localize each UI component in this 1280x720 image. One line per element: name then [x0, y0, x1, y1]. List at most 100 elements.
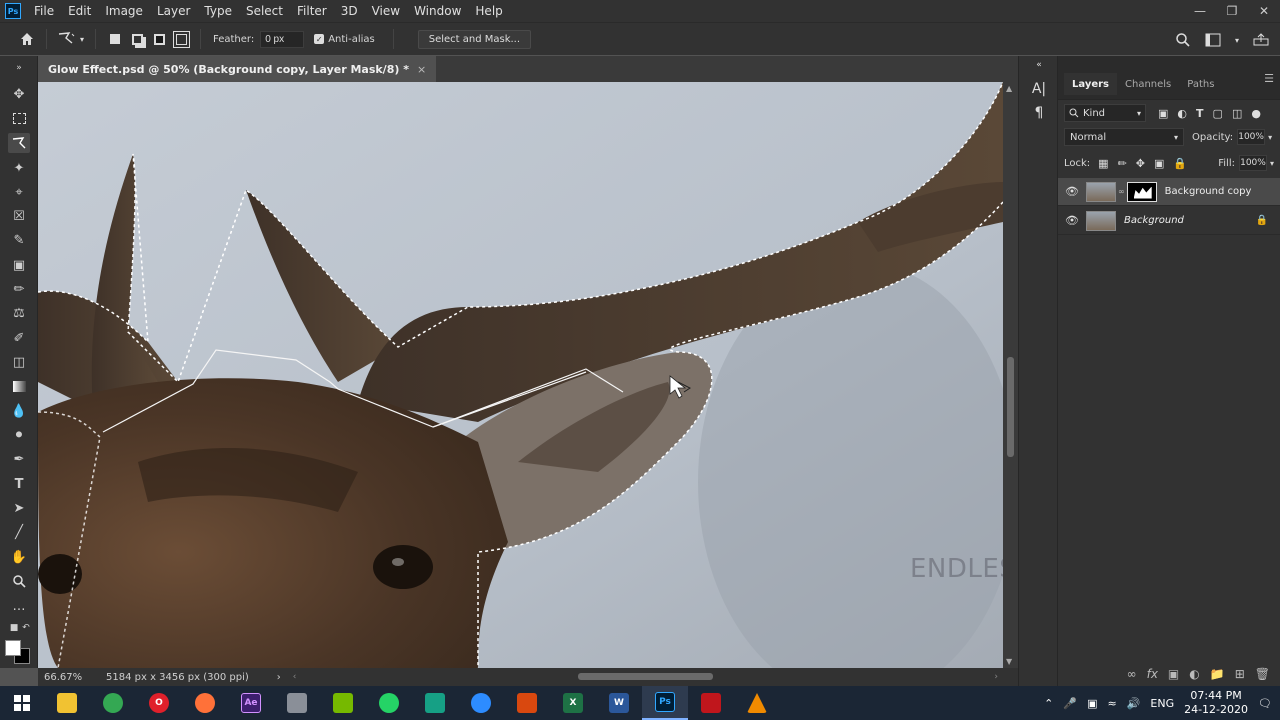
menu-type[interactable]: Type [197, 4, 239, 18]
clock[interactable]: 07:44 PM 24-12-2020 [1184, 689, 1248, 717]
history-brush-icon[interactable]: ✐ [9, 328, 29, 348]
vertical-scroll-thumb[interactable] [1007, 357, 1014, 457]
wifi-icon[interactable]: ≈ [1107, 697, 1116, 710]
restore-icon[interactable]: ❐ [1216, 0, 1248, 22]
screen-icon[interactable]: ▣ [1087, 697, 1097, 710]
taskbar-app-zoom[interactable] [458, 686, 504, 720]
new-layer-icon[interactable]: ⊞ [1235, 667, 1245, 681]
opacity-input[interactable]: 100% [1237, 129, 1266, 145]
feather-input[interactable] [260, 30, 305, 48]
scroll-left-icon[interactable]: ‹ [293, 672, 297, 682]
move-tool-icon[interactable]: ✥ [9, 84, 29, 104]
collapse-toolbar-icon[interactable]: » [9, 58, 29, 78]
add-to-selection-icon[interactable] [126, 28, 148, 50]
layer-style-icon[interactable]: fx [1147, 667, 1158, 681]
polygonal-lasso-preset-icon[interactable] [55, 28, 77, 50]
taskbar-app-file-explorer[interactable] [44, 686, 90, 720]
home-icon[interactable] [16, 28, 38, 50]
lasso-tool-icon[interactable] [8, 133, 30, 153]
filter-toggle-icon[interactable]: ● [1251, 107, 1261, 120]
more-tools-icon[interactable]: … [9, 596, 29, 616]
taskbar-app-vlc[interactable] [734, 686, 780, 720]
taskbar-app-app-green[interactable] [412, 686, 458, 720]
intersect-selection-icon[interactable] [170, 28, 192, 50]
taskbar-app-chrome[interactable] [90, 686, 136, 720]
blend-mode-select[interactable]: Normal ▾ [1064, 128, 1184, 146]
quick-selection-icon[interactable]: ✦ [9, 158, 29, 178]
menu-layer[interactable]: Layer [150, 4, 197, 18]
menu-edit[interactable]: Edit [61, 4, 98, 18]
filter-type-icon[interactable]: T [1196, 107, 1204, 120]
menu-window[interactable]: Window [407, 4, 468, 18]
visibility-eye-icon[interactable]: 👁 [1058, 214, 1086, 227]
visibility-eye-icon[interactable]: 👁 [1058, 185, 1086, 198]
workspace-icon[interactable] [1202, 29, 1224, 51]
vertical-scrollbar[interactable]: ▲ ▼ [1003, 82, 1018, 668]
filter-shape-icon[interactable]: ▢ [1213, 107, 1223, 120]
status-menu-icon[interactable]: › [277, 672, 281, 683]
close-window-icon[interactable]: ✕ [1248, 0, 1280, 22]
pen-tool-icon[interactable]: ✒ [9, 449, 29, 469]
chevron-down-icon[interactable]: ▾ [1268, 133, 1272, 142]
taskbar-app-after-effects[interactable]: Ae [228, 686, 274, 720]
scroll-right-icon[interactable]: › [994, 672, 998, 682]
character-panel-icon[interactable]: A| [1030, 80, 1048, 98]
taskbar-app-whatsapp[interactable] [366, 686, 412, 720]
document-tab[interactable]: Glow Effect.psd @ 50% (Background copy, … [38, 56, 437, 82]
frame-tool-icon[interactable]: ☒ [9, 206, 29, 226]
dodge-tool-icon[interactable]: ⚫ [9, 425, 29, 445]
crop-tool-icon[interactable]: ⌖ [9, 182, 29, 202]
chevron-down-icon[interactable]: ▾ [77, 28, 87, 50]
lock-position-icon[interactable]: ✥ [1136, 157, 1145, 170]
taskbar-app-word[interactable]: W [596, 686, 642, 720]
delete-layer-icon[interactable]: 🗑 [1255, 667, 1270, 681]
zoom-tool-icon[interactable] [9, 571, 29, 591]
type-tool-icon[interactable]: T [9, 474, 29, 494]
layer-mask-thumbnail[interactable] [1126, 181, 1157, 202]
subtract-from-selection-icon[interactable] [148, 28, 170, 50]
lock-all-icon[interactable]: 🔒 [1173, 157, 1187, 170]
lock-transparent-icon[interactable]: ▦ [1098, 157, 1108, 170]
healing-brush-icon[interactable]: ▣ [9, 255, 29, 275]
hand-tool-icon[interactable]: ✋ [9, 547, 29, 567]
taskbar-app-firefox[interactable] [182, 686, 228, 720]
chevron-down-icon[interactable]: ▾ [1232, 29, 1242, 51]
chain-link-icon[interactable]: ∞ [1118, 187, 1125, 196]
taskbar-app-opera[interactable]: O [136, 686, 182, 720]
kind-filter-select[interactable]: Kind ▾ [1064, 104, 1146, 122]
taskbar-app-excel[interactable]: X [550, 686, 596, 720]
taskbar-app-nvidia[interactable] [320, 686, 366, 720]
foreground-color-swatch[interactable] [5, 640, 21, 656]
new-selection-icon[interactable] [104, 28, 126, 50]
taskbar-app-acrobat[interactable] [688, 686, 734, 720]
gradient-tool-icon[interactable] [9, 376, 29, 396]
blur-tool-icon[interactable]: 💧 [9, 401, 29, 421]
swap-colors-icon[interactable]: ↶ [16, 618, 36, 638]
taskbar-app-app-red[interactable] [504, 686, 550, 720]
layer-row[interactable]: 👁 ∞ Background copy [1058, 178, 1280, 206]
notifications-icon[interactable]: 🗨 [1258, 697, 1272, 710]
tab-channels[interactable]: Channels [1117, 73, 1179, 95]
scroll-down-icon[interactable]: ▼ [1006, 657, 1012, 666]
taskbar-app-photoshop[interactable]: Ps [642, 686, 688, 720]
line-tool-icon[interactable]: ╱ [9, 522, 29, 542]
language-indicator[interactable]: ENG [1150, 697, 1174, 710]
filter-adjustment-icon[interactable]: ◐ [1177, 107, 1187, 120]
close-tab-icon[interactable]: × [417, 63, 426, 76]
menu-select[interactable]: Select [239, 4, 290, 18]
lock-artboard-icon[interactable]: ▣ [1154, 157, 1164, 170]
zoom-level[interactable]: 66.67% [44, 672, 98, 683]
menu-image[interactable]: Image [98, 4, 150, 18]
brush-tool-icon[interactable]: ✏ [9, 279, 29, 299]
new-group-icon[interactable]: 📁 [1210, 667, 1225, 681]
clone-stamp-icon[interactable]: ⚖ [9, 303, 29, 323]
add-mask-icon[interactable]: ▣ [1168, 667, 1179, 681]
panel-menu-icon[interactable]: ☰ [1264, 72, 1274, 85]
chevron-up-icon[interactable]: ⌃ [1044, 697, 1053, 710]
microphone-icon[interactable]: 🎤 [1063, 697, 1077, 710]
lock-image-icon[interactable]: ✏ [1118, 157, 1127, 170]
path-selection-icon[interactable]: ➤ [9, 498, 29, 518]
menu-filter[interactable]: Filter [290, 4, 334, 18]
menu-view[interactable]: View [365, 4, 407, 18]
chevron-down-icon[interactable]: ▾ [1270, 159, 1274, 168]
